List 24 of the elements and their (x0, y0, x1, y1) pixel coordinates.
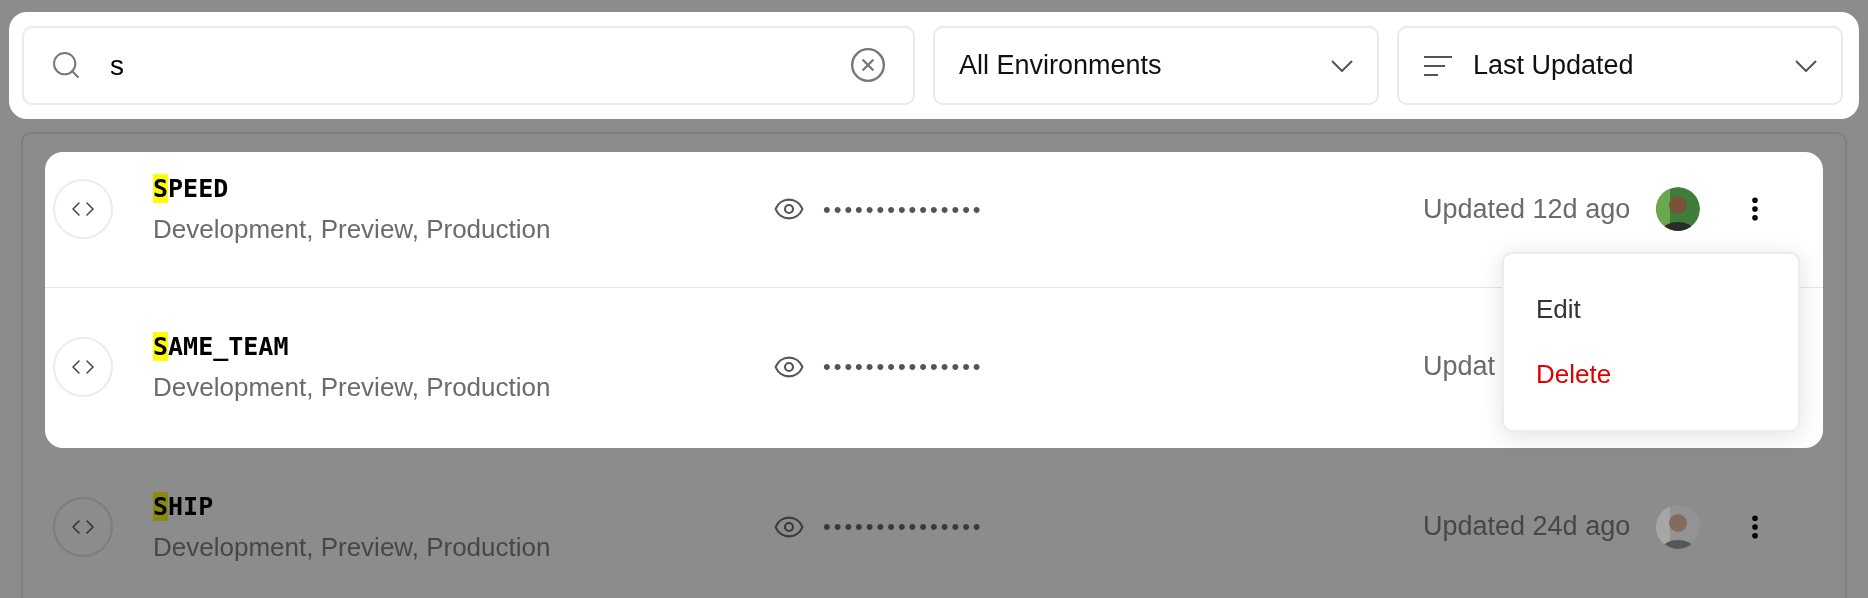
code-icon (53, 496, 113, 557)
masked-value: ••••••••••••••• (823, 513, 984, 541)
menu-item[interactable]: Delete (1536, 355, 1766, 394)
masked-value: ••••••••••••••• (823, 195, 984, 224)
search-field[interactable]: s (22, 26, 915, 105)
search-icon (50, 49, 82, 81)
masked-value: ••••••••••••••• (823, 353, 984, 381)
menu-item[interactable]: Edit (1536, 290, 1766, 329)
environments-label: Development, Preview, Production (153, 214, 552, 244)
environments-label: Development, Preview, Production (153, 371, 552, 402)
variable-name: SHIP (153, 491, 215, 522)
clear-icon[interactable] (849, 46, 887, 84)
chevron-icon (1795, 59, 1817, 72)
variable-name: SPEED (153, 174, 230, 204)
environments-label: Development, Preview, Production (153, 531, 552, 562)
environment-dropdown[interactable]: All Environments (933, 26, 1379, 105)
updated-label: Updated 24d ago (1423, 510, 1631, 544)
sort-icon (1423, 54, 1453, 77)
sort-dropdown[interactable]: Last Updated (1397, 26, 1843, 105)
code-icon (53, 179, 113, 239)
updated-label: Updat (1423, 350, 1496, 384)
code-icon (53, 336, 113, 397)
updated-label: Updated 12d ago (1423, 192, 1631, 226)
chevron-icon (1331, 59, 1353, 72)
